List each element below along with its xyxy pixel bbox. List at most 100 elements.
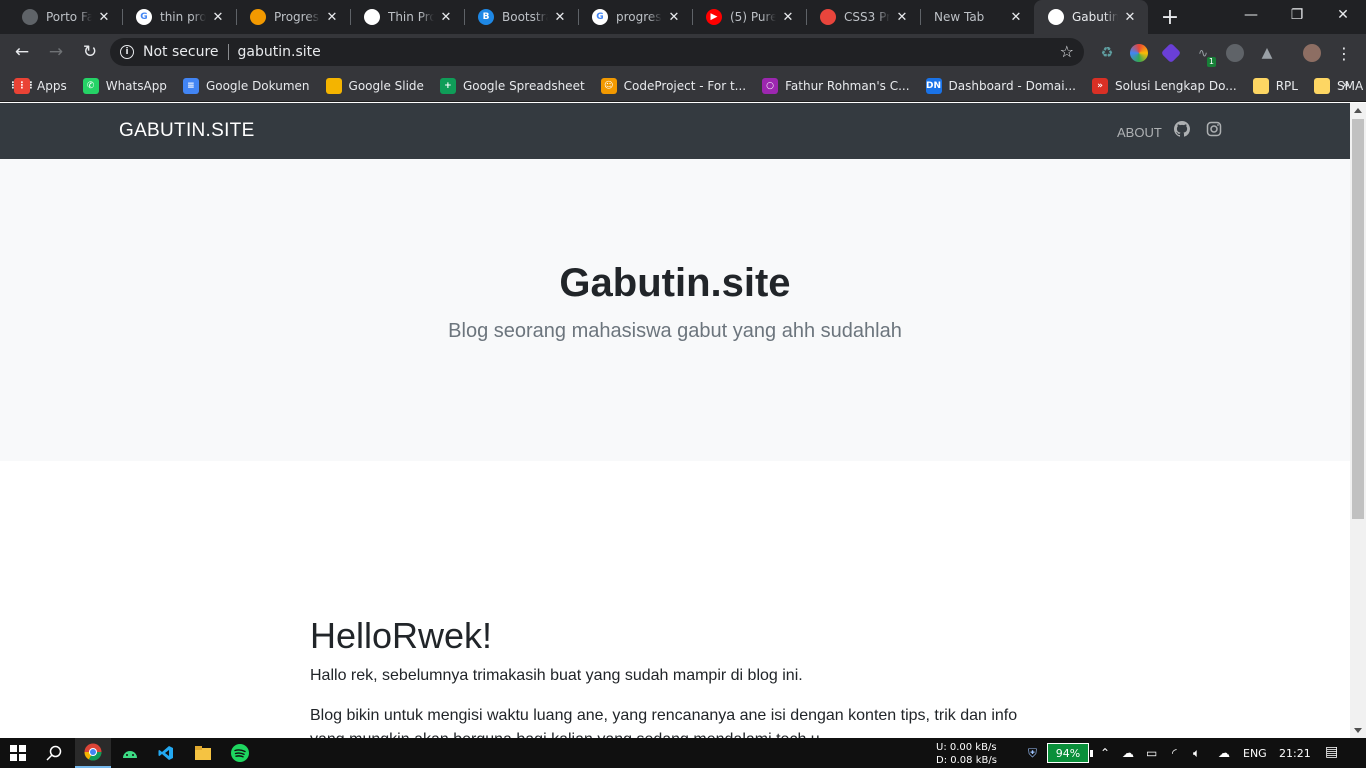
tab-close-icon[interactable]: ✕ xyxy=(552,9,568,25)
browser-tab[interactable]: CSS3 Progress ✕ xyxy=(806,0,920,34)
bookmark-item[interactable]: ⋮⋮⋮ Apps xyxy=(9,77,67,94)
cloud-upload-icon[interactable]: ☁ xyxy=(1218,746,1230,760)
reload-button[interactable]: ↻ xyxy=(76,38,104,66)
new-tab-button[interactable]: + xyxy=(1156,3,1184,31)
back-button[interactable]: ← xyxy=(8,38,36,66)
scroll-up-arrow[interactable] xyxy=(1354,108,1362,113)
browser-menu-button[interactable]: ⋮ xyxy=(1335,44,1353,63)
forward-button[interactable]: → xyxy=(42,38,70,66)
tab-close-icon[interactable]: ✕ xyxy=(780,9,796,25)
info-icon[interactable]: i xyxy=(120,45,134,59)
browser-tab[interactable]: New Tab ✕ xyxy=(920,0,1034,34)
bookmark-list: ⋮⋮⋮ Apps ✆ WhatsApp ≡ Google Dokumen Google Sl… xyxy=(9,77,1366,94)
security-status[interactable]: Not secure xyxy=(143,44,219,60)
android-studio-icon[interactable] xyxy=(112,738,148,768)
nav-about-link[interactable]: ABOUT xyxy=(1117,125,1162,140)
tab-favicon-icon: G xyxy=(136,9,152,25)
recycle-extension-icon[interactable]: ♻ xyxy=(1098,44,1116,62)
bookmark-item[interactable]: ○ Fathur Rohman's C... xyxy=(762,77,910,94)
battery-indicator[interactable]: 94% xyxy=(1047,743,1093,763)
bookmark-label: Apps xyxy=(37,78,67,93)
file-explorer-icon[interactable] xyxy=(185,738,221,768)
windows-start-icon[interactable] xyxy=(0,738,36,768)
chevron-up-icon[interactable]: ⌃ xyxy=(1100,746,1110,760)
hero-title: Gabutin.site xyxy=(559,261,791,305)
pulse-extension-icon[interactable]: ∿ 1 xyxy=(1194,44,1216,67)
shield-icon[interactable]: ⛨ xyxy=(1028,746,1037,761)
browser-tab[interactable]: Gprogress ✕ xyxy=(578,0,692,34)
browser-tab[interactable]: B Bootstrap ✕ xyxy=(464,0,578,34)
browser-tab[interactable]: Gabutin.site ✕ xyxy=(1034,0,1148,34)
bookmark-item[interactable]: + Google Spreadsheet xyxy=(439,77,585,94)
site-brand-link[interactable]: GABUTIN.SITE xyxy=(119,120,255,142)
notification-center-icon[interactable]: ▤ xyxy=(1325,744,1338,760)
onedrive-cloud-icon[interactable]: ☁ xyxy=(1122,746,1134,760)
bookmark-item[interactable]: ✆ WhatsApp xyxy=(82,77,167,94)
tab-close-icon[interactable]: ✕ xyxy=(894,9,910,25)
bookmark-label: CodeProject - For t... xyxy=(623,78,747,93)
bookmark-favicon-icon xyxy=(325,77,342,94)
search-icon[interactable] xyxy=(36,738,72,768)
minimize-button[interactable]: — xyxy=(1228,0,1274,30)
bookmark-item[interactable]: DN Dashboard - Domai... xyxy=(925,77,1076,94)
bookmarks-more-button[interactable]: » xyxy=(1341,77,1350,93)
bookmark-favicon-icon: DN xyxy=(925,77,942,94)
scroll-down-arrow[interactable] xyxy=(1354,728,1362,733)
tab-close-icon[interactable]: ✕ xyxy=(1008,9,1024,25)
windows-logo-icon xyxy=(10,745,26,761)
spotify-icon[interactable] xyxy=(222,738,258,768)
bookmark-label: Dashboard - Domai... xyxy=(948,78,1076,93)
bookmark-item[interactable]: Google Slide xyxy=(325,77,424,94)
browser-tab[interactable]: Progressive ✕ xyxy=(236,0,350,34)
tab-title: Gabutin.site xyxy=(1072,10,1118,24)
volume-icon[interactable]: 🔈︎ xyxy=(1193,746,1200,761)
magnifier-icon xyxy=(46,745,62,761)
post-title: HelloRwek! xyxy=(310,615,493,656)
color-picker-extension-icon[interactable] xyxy=(1130,44,1148,62)
tab-close-icon[interactable]: ✕ xyxy=(666,9,682,25)
browser-tab[interactable]: Thin Progress ✕ xyxy=(350,0,464,34)
vscode-icon[interactable] xyxy=(148,738,184,768)
url-text[interactable]: gabutin.site xyxy=(238,44,321,60)
browser-tab[interactable]: Gthin progress ✕ xyxy=(122,0,236,34)
tab-close-icon[interactable]: ✕ xyxy=(1122,9,1138,25)
bookmark-item[interactable]: RPL xyxy=(1252,77,1298,94)
tab-close-icon[interactable]: ✕ xyxy=(438,9,454,25)
bookmark-item[interactable]: ☺ CodeProject - For t... xyxy=(600,77,747,94)
scroll-thumb[interactable] xyxy=(1352,119,1364,519)
window-close-button[interactable]: ✕ xyxy=(1320,0,1366,30)
bookmark-favicon-icon: ⋮⋮⋮ xyxy=(9,77,36,94)
browser-tab[interactable]: ▶ (5) Pure CSS ✕ xyxy=(692,0,806,34)
tab-close-icon[interactable]: ✕ xyxy=(210,9,226,25)
drive-extension-icon[interactable]: ▲ xyxy=(1258,44,1276,62)
instagram-icon[interactable] xyxy=(1206,121,1222,137)
bookmark-item[interactable]: ≡ Google Dokumen xyxy=(182,77,310,94)
browser-tab[interactable]: Porto Fathur ✕ xyxy=(8,0,122,34)
tab-close-icon[interactable]: ✕ xyxy=(96,9,112,25)
tab-favicon-icon xyxy=(820,9,836,25)
chrome-taskbar-icon[interactable] xyxy=(75,738,111,768)
wifi-icon[interactable]: ◜ xyxy=(1172,746,1177,760)
tab-favicon-icon xyxy=(22,9,38,25)
network-speed-monitor: U: 0.00 kB/s D: 0.08 kB/s xyxy=(936,741,1024,767)
bookmark-label: Google Slide xyxy=(348,78,424,93)
tab-close-icon[interactable]: ✕ xyxy=(324,9,340,25)
clock[interactable]: 21:21 xyxy=(1279,747,1311,760)
github-icon[interactable] xyxy=(1174,121,1190,137)
bookmark-item[interactable]: SMA xyxy=(1313,77,1363,94)
restore-button[interactable]: ❐ xyxy=(1274,0,1320,30)
tab-favicon-icon xyxy=(364,9,380,25)
address-bar[interactable]: i Not secure gabutin.site ☆ xyxy=(110,38,1084,66)
page-scrollbar[interactable] xyxy=(1350,103,1366,738)
chat-extension-icon[interactable] xyxy=(1226,44,1244,62)
tab-favicon-icon: ▶ xyxy=(706,9,722,25)
language-indicator[interactable]: ENG xyxy=(1243,747,1267,760)
bookmark-item[interactable]: » Solusi Lengkap Do... xyxy=(1091,77,1237,94)
tab-favicon-icon: B xyxy=(478,9,494,25)
bookmark-star-icon[interactable]: ☆ xyxy=(1060,42,1074,61)
bookmarks-bar: ⋮⋮⋮ Apps ✆ WhatsApp ≡ Google Dokumen Google Sl… xyxy=(0,70,1366,102)
tab-title: progress xyxy=(616,10,662,24)
bookmark-favicon-icon: ☺ xyxy=(600,77,617,94)
battery-plug-icon[interactable]: ▭ xyxy=(1146,746,1157,760)
profile-avatar[interactable] xyxy=(1303,44,1321,62)
